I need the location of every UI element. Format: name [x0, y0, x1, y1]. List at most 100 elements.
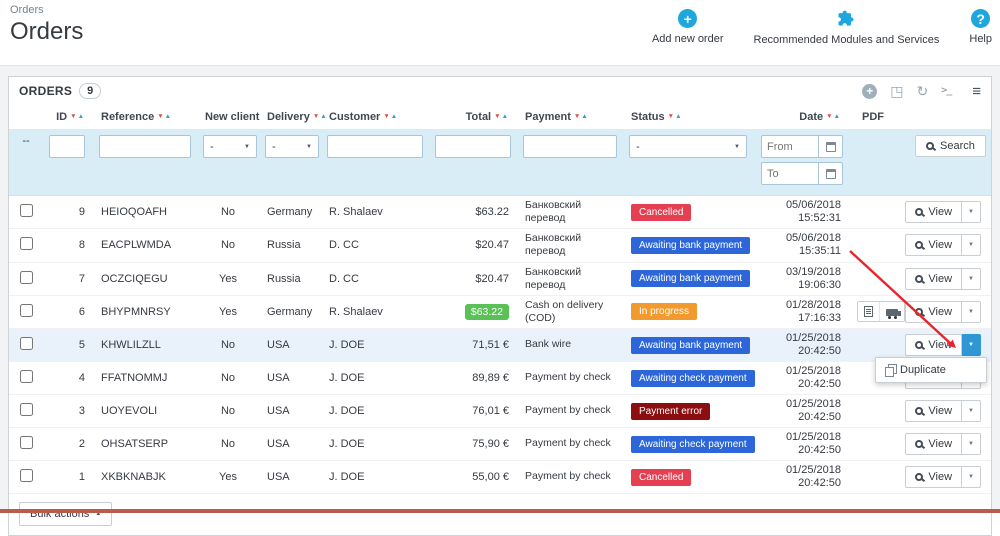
content-area: ORDERS 9 + ◳ ↻ >_ ≡ ID▼▲Reference▼▲New c…: [0, 66, 1000, 513]
add-icon[interactable]: +: [862, 84, 877, 99]
filter-payment-input[interactable]: [523, 135, 617, 158]
sort-icons[interactable]: ▼▲: [494, 113, 509, 120]
sort-desc-icon[interactable]: ▼: [826, 113, 833, 120]
order-payment: Payment by check: [517, 395, 623, 428]
filter-total-input[interactable]: [435, 135, 511, 158]
view-button[interactable]: View: [905, 433, 962, 455]
sort-icons[interactable]: ▼▲: [574, 113, 589, 120]
order-date: 01/25/201820:42:50: [753, 461, 849, 494]
column-header-payment[interactable]: Payment▼▲: [517, 105, 623, 129]
row-checkbox[interactable]: [20, 271, 33, 284]
column-header-date[interactable]: Date▼▲: [753, 105, 849, 129]
view-dropdown-toggle[interactable]: ▼: [962, 234, 981, 256]
row-checkbox[interactable]: [20, 304, 33, 317]
order-total: 89,89 €: [429, 362, 517, 395]
view-dropdown-toggle[interactable]: ▼: [962, 400, 981, 422]
filter-delivery-select[interactable]: - ▼: [265, 135, 319, 158]
view-button[interactable]: View: [905, 234, 962, 256]
refresh-icon[interactable]: ↻: [916, 84, 928, 98]
order-date: 01/25/201820:42:50: [753, 329, 849, 362]
column-header-customer[interactable]: Customer▼▲: [321, 105, 429, 129]
invoice-pdf-button[interactable]: [858, 302, 880, 321]
sort-desc-icon[interactable]: ▼: [70, 113, 77, 120]
sort-icons[interactable]: ▼▲: [70, 113, 85, 120]
date-value: 05/06/2018: [761, 199, 841, 212]
view-button[interactable]: View: [905, 400, 962, 422]
row-checkbox[interactable]: [20, 337, 33, 350]
order-total: $63.22: [429, 196, 517, 229]
view-button[interactable]: View: [905, 201, 962, 223]
row-checkbox[interactable]: [20, 204, 33, 217]
sort-icons[interactable]: ▼▲: [157, 113, 172, 120]
column-header-id[interactable]: ID▼▲: [43, 105, 93, 129]
sort-icons[interactable]: ▼▲: [668, 113, 683, 120]
view-button[interactable]: View: [905, 334, 962, 356]
sort-desc-icon[interactable]: ▼: [157, 113, 164, 120]
magnifier-icon: [915, 473, 923, 481]
export-icon[interactable]: ◳: [890, 84, 903, 98]
filter-customer-input[interactable]: [327, 135, 423, 158]
panel-toolbar: + ◳ ↻ >_ ≡: [862, 84, 981, 99]
status-badge: Cancelled: [631, 204, 691, 221]
order-id: 4: [43, 362, 93, 395]
chevron-down-icon: ▼: [968, 242, 974, 248]
calendar-from-button[interactable]: [819, 135, 843, 158]
sort-icons[interactable]: ▼▲: [313, 113, 328, 120]
filter-id-input[interactable]: [49, 135, 85, 158]
bulk-actions-button[interactable]: Bulk actions ▲: [19, 502, 112, 526]
order-total: 76,01 €: [429, 395, 517, 428]
search-button[interactable]: Search: [915, 135, 986, 157]
view-dropdown-toggle[interactable]: ▼: [962, 201, 981, 223]
sort-desc-icon[interactable]: ▼: [383, 113, 390, 120]
order-delivery: Germany: [259, 295, 321, 328]
view-dropdown-toggle[interactable]: ▼: [962, 334, 981, 356]
list-menu-icon[interactable]: ≡: [972, 84, 981, 99]
sort-asc-icon[interactable]: ▲: [165, 113, 172, 120]
sort-icons[interactable]: ▼▲: [826, 113, 841, 120]
view-dropdown-toggle[interactable]: ▼: [962, 466, 981, 488]
date-value: 01/25/2018: [761, 431, 841, 444]
view-button[interactable]: View: [905, 268, 962, 290]
sort-asc-icon[interactable]: ▲: [675, 113, 682, 120]
chevron-down-icon: ▼: [968, 408, 974, 414]
selected-value: -: [636, 141, 640, 153]
column-header-reference[interactable]: Reference▼▲: [93, 105, 197, 129]
sql-query-icon[interactable]: >_: [941, 86, 951, 96]
view-dropdown-toggle[interactable]: ▼: [962, 268, 981, 290]
row-checkbox[interactable]: [20, 469, 33, 482]
filter-reference-input[interactable]: [99, 135, 191, 158]
sort-asc-icon[interactable]: ▲: [78, 113, 85, 120]
filter-status-select[interactable]: - ▼: [629, 135, 747, 158]
filter-new-client-select[interactable]: - ▼: [203, 135, 257, 158]
sort-desc-icon[interactable]: ▼: [668, 113, 675, 120]
recommended-modules-button[interactable]: Recommended Modules and Services: [754, 9, 940, 46]
help-button[interactable]: ? Help: [969, 9, 992, 45]
filter-date-to-input[interactable]: [761, 162, 819, 185]
column-header-delivery[interactable]: Delivery▼▲: [259, 105, 321, 129]
row-checkbox[interactable]: [20, 370, 33, 383]
order-new-client: No: [197, 428, 259, 461]
view-dropdown-toggle[interactable]: ▼: [962, 301, 981, 323]
sort-asc-icon[interactable]: ▲: [581, 113, 588, 120]
panel-title: ORDERS: [19, 84, 72, 98]
order-delivery: USA: [259, 461, 321, 494]
view-button[interactable]: View: [905, 301, 962, 323]
row-checkbox[interactable]: [20, 403, 33, 416]
add-new-order-button[interactable]: + Add new order: [652, 9, 724, 45]
view-button[interactable]: View: [905, 466, 962, 488]
column-header-total[interactable]: Total▼▲: [429, 105, 517, 129]
row-checkbox[interactable]: [20, 237, 33, 250]
sort-asc-icon[interactable]: ▲: [834, 113, 841, 120]
sort-desc-icon[interactable]: ▼: [494, 113, 501, 120]
duplicate-menu-item[interactable]: Duplicate: [876, 358, 986, 382]
view-dropdown-toggle[interactable]: ▼: [962, 433, 981, 455]
sort-asc-icon[interactable]: ▲: [502, 113, 509, 120]
order-reference: FFATNOMMJ: [93, 362, 197, 395]
row-checkbox[interactable]: [20, 436, 33, 449]
column-header-status[interactable]: Status▼▲: [623, 105, 753, 129]
sort-asc-icon[interactable]: ▲: [320, 113, 327, 120]
sort-asc-icon[interactable]: ▲: [391, 113, 398, 120]
calendar-to-button[interactable]: [819, 162, 843, 185]
sort-icons[interactable]: ▼▲: [383, 113, 398, 120]
filter-date-from-input[interactable]: [761, 135, 819, 158]
